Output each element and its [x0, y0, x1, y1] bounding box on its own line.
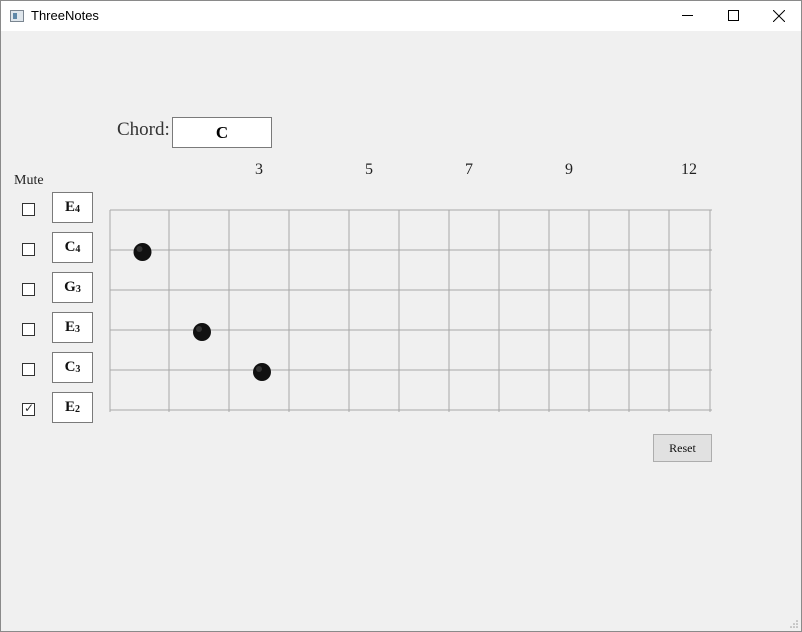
- finger-marker[interactable]: [253, 363, 271, 381]
- finger-marker[interactable]: [133, 243, 152, 261]
- fretboard[interactable]: [1, 1, 801, 631]
- resize-grip-icon[interactable]: [790, 620, 798, 628]
- finger-marker[interactable]: [193, 323, 211, 341]
- marker-highlight: [136, 246, 143, 252]
- marker-highlight: [256, 366, 262, 372]
- app-window: ThreeNotes Chord: C 3 5 7 9 12 Mute E4 C4…: [0, 0, 802, 632]
- reset-button[interactable]: Reset: [653, 434, 712, 462]
- marker-highlight: [196, 326, 202, 332]
